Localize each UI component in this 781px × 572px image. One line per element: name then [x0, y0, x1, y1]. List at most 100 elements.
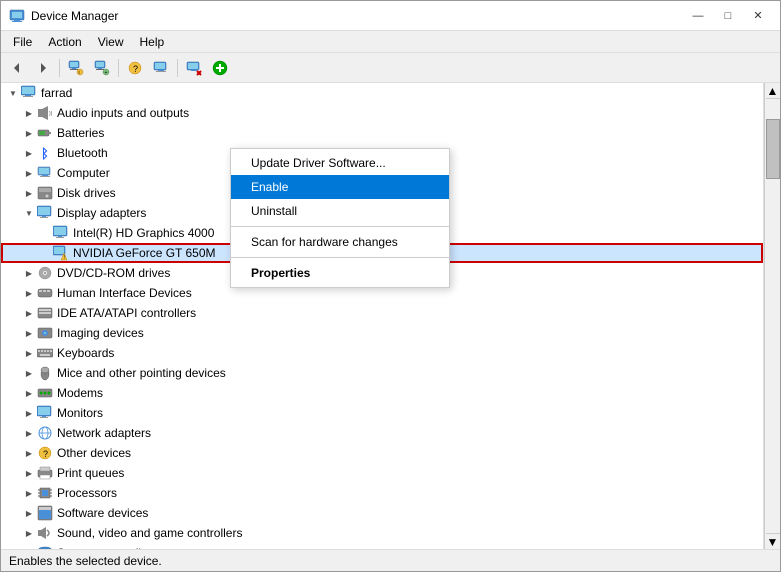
menu-file[interactable]: File	[5, 33, 40, 51]
tree-item[interactable]: ▶ Keyboards	[1, 343, 763, 363]
toolbar-separator-1	[59, 59, 60, 77]
tree-toggle-icon[interactable]: ▶	[21, 485, 37, 501]
tree-toggle-icon[interactable]: ▶	[21, 165, 37, 181]
tree-item-icon	[53, 225, 69, 241]
tree-toggle-icon[interactable]: ▶	[21, 425, 37, 441]
tree-item[interactable]: ▶Storage controllers	[1, 543, 763, 549]
tree-toggle-icon[interactable]: ▼	[21, 205, 37, 221]
vertical-scrollbar[interactable]: ▲ ▼	[764, 83, 780, 549]
toolbar-back[interactable]	[5, 56, 29, 80]
menu-view[interactable]: View	[90, 33, 132, 51]
scroll-up-arrow[interactable]: ▲	[766, 83, 780, 99]
svg-text:)): ))	[49, 111, 53, 117]
tree-item[interactable]: ▶ Monitors	[1, 403, 763, 423]
tree-item-label: Monitors	[57, 406, 103, 420]
tree-toggle-icon[interactable]: ▶	[21, 265, 37, 281]
tree-item[interactable]: ▶Sound, video and game controllers	[1, 523, 763, 543]
tree-toggle-icon[interactable]: ▶	[21, 345, 37, 361]
tree-item-label: Imaging devices	[57, 326, 144, 340]
context-menu-item[interactable]: Update Driver Software...	[231, 151, 449, 175]
tree-item[interactable]: ▶Batteries	[1, 123, 763, 143]
tree-item[interactable]: ▶Network adapters	[1, 423, 763, 443]
menu-action[interactable]: Action	[40, 33, 89, 51]
title-bar-buttons: — □ ✕	[684, 6, 772, 26]
tree-item[interactable]: ▶ Print queues	[1, 463, 763, 483]
tree-item-icon	[37, 425, 53, 441]
tree-toggle-icon[interactable]: ▶	[21, 405, 37, 421]
tree-item[interactable]: ▶? Other devices	[1, 443, 763, 463]
tree-item-label: Audio inputs and outputs	[57, 106, 189, 120]
tree-item[interactable]: ▶ Processors	[1, 483, 763, 503]
tree-toggle-icon[interactable]: ▶	[21, 365, 37, 381]
tree-item-icon: !	[53, 245, 69, 261]
tree-item-label: Print queues	[57, 466, 124, 480]
toolbar-properties[interactable]: i	[64, 56, 88, 80]
toolbar-device[interactable]	[149, 56, 173, 80]
context-menu-item[interactable]: Properties	[231, 261, 449, 285]
tree-item[interactable]: ▶ Imaging devices	[1, 323, 763, 343]
tree-toggle-icon[interactable]: ▶	[21, 525, 37, 541]
scrollbar-thumb[interactable]	[766, 119, 780, 179]
tree-toggle-icon[interactable]: ▶	[21, 285, 37, 301]
toolbar-separator-2	[118, 59, 119, 77]
tree-item-icon: ?	[37, 445, 53, 461]
scroll-down-arrow[interactable]: ▼	[766, 533, 780, 549]
tree-toggle-icon[interactable]: ▶	[21, 125, 37, 141]
toolbar-forward[interactable]	[31, 56, 55, 80]
window-icon	[9, 8, 25, 24]
tree-item-label: DVD/CD-ROM drives	[57, 266, 170, 280]
tree-item-label: NVIDIA GeForce GT 650M	[73, 246, 216, 260]
tree-item-icon	[37, 405, 53, 421]
tree-toggle-icon[interactable]: ▶	[21, 545, 37, 549]
tree-item-label: Computer	[57, 166, 110, 180]
menu-help[interactable]: Help	[132, 33, 173, 51]
tree-item-label: Processors	[57, 486, 117, 500]
tree-item[interactable]: ▶Mice and other pointing devices	[1, 363, 763, 383]
tree-item-icon	[37, 325, 53, 341]
tree-item[interactable]: ▶ IDE ATA/ATAPI controllers	[1, 303, 763, 323]
tree-toggle-icon[interactable]: ▶	[21, 505, 37, 521]
tree-item-icon	[37, 205, 53, 221]
tree-toggle-icon[interactable]: ▶	[21, 305, 37, 321]
context-menu-item[interactable]: Uninstall	[231, 199, 449, 223]
context-menu-separator	[231, 226, 449, 227]
tree-toggle-icon[interactable]	[37, 245, 53, 261]
tree-toggle-icon[interactable]: ▶	[21, 185, 37, 201]
tree-item[interactable]: ▶Modems	[1, 383, 763, 403]
toolbar-add[interactable]	[208, 56, 232, 80]
tree-item-icon	[37, 285, 53, 301]
tree-item-label: Other devices	[57, 446, 131, 460]
tree-toggle-icon[interactable]: ▼	[5, 85, 21, 101]
tree-toggle-icon[interactable]: ▶	[21, 385, 37, 401]
tree-item-icon	[37, 465, 53, 481]
context-menu-item[interactable]: Enable	[231, 175, 449, 199]
minimize-button[interactable]: —	[684, 6, 712, 26]
tree-item[interactable]: ▶Software devices	[1, 503, 763, 523]
toolbar-uninstall[interactable]	[182, 56, 206, 80]
menu-bar: File Action View Help	[1, 31, 780, 53]
tree-toggle-icon[interactable]: ▶	[21, 145, 37, 161]
tree-item-label: Keyboards	[57, 346, 114, 360]
close-button[interactable]: ✕	[744, 6, 772, 26]
tree-toggle-icon[interactable]: ▶	[21, 325, 37, 341]
status-bar: Enables the selected device.	[1, 549, 780, 571]
toolbar-help[interactable]: ?	[123, 56, 147, 80]
window-title: Device Manager	[31, 9, 684, 23]
tree-item[interactable]: ▼farrad	[1, 83, 763, 103]
toolbar-scan[interactable]: +	[90, 56, 114, 80]
tree-item-icon	[37, 265, 53, 281]
maximize-button[interactable]: □	[714, 6, 742, 26]
svg-text:?: ?	[43, 449, 48, 459]
tree-toggle-icon[interactable]: ▶	[21, 445, 37, 461]
tree-item-icon	[37, 545, 53, 549]
tree-item-label: IDE ATA/ATAPI controllers	[57, 306, 196, 320]
context-menu-separator	[231, 257, 449, 258]
svg-text:+: +	[105, 70, 108, 76]
tree-item-label: Bluetooth	[57, 146, 108, 160]
context-menu-item[interactable]: Scan for hardware changes	[231, 230, 449, 254]
context-menu: Update Driver Software...EnableUninstall…	[230, 148, 450, 288]
tree-toggle-icon[interactable]: ▶	[21, 465, 37, 481]
tree-item[interactable]: ▶)) Audio inputs and outputs	[1, 103, 763, 123]
tree-toggle-icon[interactable]	[37, 225, 53, 241]
tree-toggle-icon[interactable]: ▶	[21, 105, 37, 121]
